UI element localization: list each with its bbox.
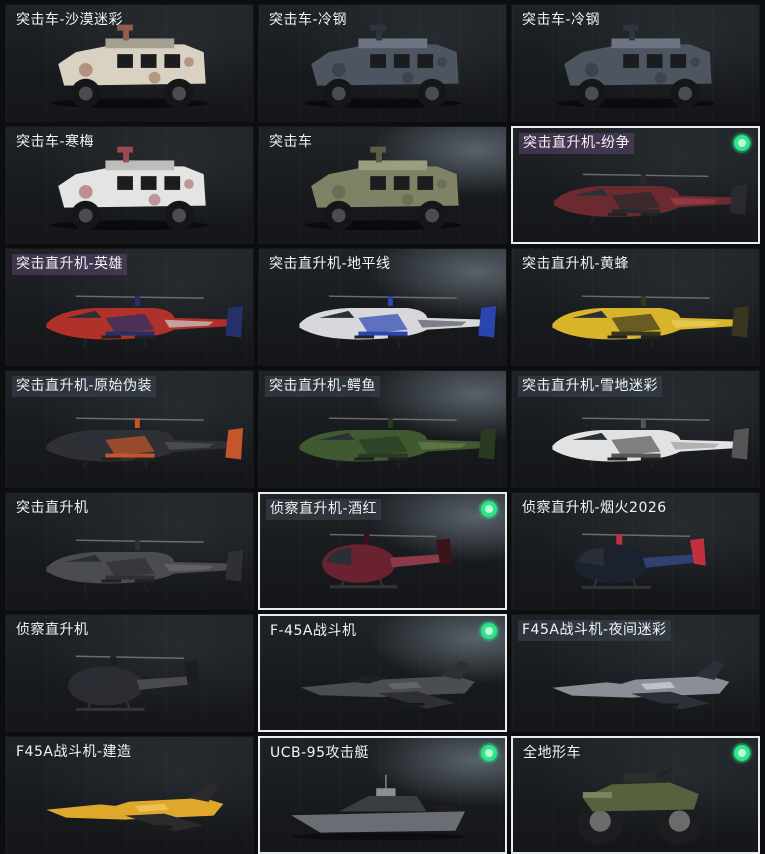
vehicle-skin-name: 突击车-沙漠迷彩: [16, 12, 124, 28]
vehicle-skin-name: 突击直升机-英雄: [12, 254, 128, 275]
vehicle-skin-name: 全地形车: [523, 745, 581, 761]
vehicle-skin-card[interactable]: F45A战斗机-建造: [5, 736, 254, 854]
vehicle-skin-card[interactable]: 突击车: [258, 126, 507, 244]
vehicle-skin-name: 突击车: [269, 134, 313, 150]
vehicle-skin-card[interactable]: 突击车-沙漠迷彩: [5, 4, 254, 122]
vehicle-skin-card[interactable]: 突击直升机-地平线: [258, 248, 507, 366]
vehicle-skin-name: F45A战斗机-夜间迷彩: [518, 620, 671, 641]
equipped-indicator-icon: [734, 745, 750, 761]
vehicle-skin-card[interactable]: 突击车-冷钢: [511, 4, 760, 122]
vehicle-skin-card[interactable]: 突击直升机-雪地迷彩: [511, 370, 760, 488]
vehicle-skin-card[interactable]: 侦察直升机: [5, 614, 254, 732]
vehicle-skin-card[interactable]: 突击直升机-鳄鱼: [258, 370, 507, 488]
vehicle-skin-name: 突击直升机-地平线: [269, 256, 391, 272]
vehicle-skin-card[interactable]: 突击直升机-英雄: [5, 248, 254, 366]
vehicle-skin-card[interactable]: UCB-95攻击艇: [258, 736, 507, 854]
vehicle-skin-name: 侦察直升机-烟火2026: [522, 500, 667, 516]
vehicle-skin-card[interactable]: 突击直升机-原始伪装: [5, 370, 254, 488]
vehicle-skin-name: 突击直升机-鳄鱼: [265, 376, 381, 397]
equipped-indicator-icon: [481, 745, 497, 761]
vehicle-skin-card[interactable]: 突击车-寒梅: [5, 126, 254, 244]
vehicle-skin-card[interactable]: 侦察直升机-酒红: [258, 492, 507, 610]
vehicle-skin-name: 突击直升机: [16, 500, 89, 516]
vehicle-skin-card[interactable]: F45A战斗机-夜间迷彩: [511, 614, 760, 732]
vehicle-skin-name: F45A战斗机-建造: [16, 744, 132, 760]
vehicle-skin-card[interactable]: 突击直升机-纷争: [511, 126, 760, 244]
vehicle-skin-name: UCB-95攻击艇: [270, 745, 369, 761]
vehicle-skin-grid: 突击车-沙漠迷彩 突击车-冷钢 突击车-冷钢突击车-寒梅 突击车 突击直升机-纷争突击直…: [5, 4, 760, 854]
vehicle-skin-name: 突击直升机-纷争: [519, 133, 635, 154]
vehicle-skin-name: 突击直升机-原始伪装: [12, 376, 157, 397]
vehicle-skin-name: 侦察直升机: [16, 622, 89, 638]
vehicle-skin-card[interactable]: 突击直升机-黄蜂: [511, 248, 760, 366]
vehicle-skin-card[interactable]: 全地形车: [511, 736, 760, 854]
vehicle-skin-name: F-45A战斗机: [270, 623, 357, 639]
vehicle-skin-card[interactable]: 侦察直升机-烟火2026: [511, 492, 760, 610]
vehicle-skin-name: 突击车-冷钢: [522, 12, 601, 28]
vehicle-skin-card[interactable]: 突击直升机: [5, 492, 254, 610]
vehicle-skin-name: 侦察直升机-酒红: [266, 499, 382, 520]
vehicle-skin-name: 突击直升机-黄蜂: [522, 256, 630, 272]
vehicle-skin-card[interactable]: F-45A战斗机: [258, 614, 507, 732]
vehicle-skin-name: 突击车-冷钢: [269, 12, 348, 28]
vehicle-skin-name: 突击车-寒梅: [16, 134, 95, 150]
vehicle-skin-name: 突击直升机-雪地迷彩: [518, 376, 663, 397]
vehicle-skin-card[interactable]: 突击车-冷钢: [258, 4, 507, 122]
equipped-indicator-icon: [481, 501, 497, 517]
equipped-indicator-icon: [481, 623, 497, 639]
equipped-indicator-icon: [734, 135, 750, 151]
